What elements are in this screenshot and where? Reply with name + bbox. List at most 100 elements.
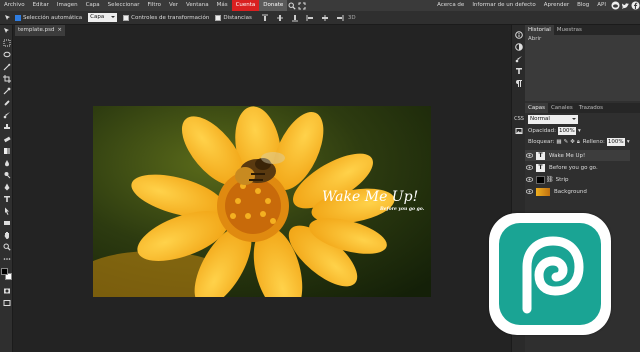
menu-ver[interactable]: Ver	[165, 0, 182, 11]
tab-historial[interactable]: Historial	[525, 25, 554, 35]
image-icon[interactable]	[512, 125, 526, 137]
menu-imagen[interactable]: Imagen	[53, 0, 82, 11]
info-icon[interactable]	[512, 29, 526, 41]
opacity-dropdown-icon[interactable]: ▾	[578, 128, 581, 134]
paragraph-icon[interactable]	[512, 77, 526, 89]
link-icon: ⛓︎	[546, 176, 554, 183]
lock-pixels-icon[interactable]: ▦	[556, 139, 561, 145]
align-top-icon[interactable]	[261, 13, 270, 22]
fill-input[interactable]: 100%	[606, 138, 625, 146]
css-icon[interactable]: CSS	[512, 113, 526, 125]
menu-capa[interactable]: Capa	[82, 0, 104, 11]
magic-wand-tool-icon[interactable]	[0, 61, 13, 73]
menu-ventana[interactable]: Ventana	[182, 0, 213, 11]
gradient-tool-icon[interactable]	[0, 145, 13, 157]
fullscreen-icon[interactable]	[297, 0, 307, 11]
eye-icon[interactable]	[525, 153, 534, 158]
link-api[interactable]: API	[593, 0, 610, 11]
link-blog[interactable]: Blog	[573, 0, 593, 11]
align-left-icon[interactable]	[306, 13, 315, 22]
lasso-tool-icon[interactable]	[0, 49, 13, 61]
brush-settings-icon[interactable]	[512, 53, 526, 65]
distances-label: Distancias	[223, 14, 252, 21]
menu-mas[interactable]: Más	[213, 0, 232, 11]
eye-icon[interactable]	[525, 177, 534, 182]
link-aprender[interactable]: Aprender	[540, 0, 573, 11]
screen-mode-icon[interactable]	[0, 297, 13, 309]
transform-controls-option[interactable]: Controles de transformación	[123, 14, 209, 21]
shape-tool-icon[interactable]	[0, 217, 13, 229]
character-icon[interactable]	[512, 65, 526, 77]
lock-paint-icon[interactable]: ✎	[564, 139, 569, 145]
layers-tabs: Capas Canales Trazados	[525, 103, 640, 113]
close-icon[interactable]: ×	[57, 25, 62, 36]
eye-icon[interactable]	[525, 189, 534, 194]
distances-checkbox[interactable]	[215, 14, 222, 21]
link-report-bug[interactable]: Informar de un defecto	[468, 0, 539, 11]
donate-button[interactable]: Donate	[259, 0, 288, 11]
menu-filtro[interactable]: Filtro	[144, 0, 165, 11]
history-item-abrir[interactable]: Abrir	[525, 35, 640, 44]
link-acerca-de[interactable]: Acerca de	[433, 0, 468, 11]
search-icon[interactable]	[287, 0, 297, 11]
auto-select-checkbox[interactable]	[15, 14, 21, 21]
hand-tool-icon[interactable]	[0, 229, 13, 241]
blur-tool-icon[interactable]	[0, 157, 13, 169]
path-select-tool-icon[interactable]	[0, 205, 13, 217]
auto-select-option[interactable]: Selección automática	[15, 14, 82, 21]
fill-dropdown-icon[interactable]: ▾	[627, 139, 630, 145]
pen-tool-icon[interactable]	[0, 181, 13, 193]
healing-tool-icon[interactable]	[0, 97, 13, 109]
more-tools-icon[interactable]	[0, 253, 13, 265]
tab-trazados[interactable]: Trazados	[576, 103, 606, 113]
color-swatches-icon[interactable]	[0, 265, 13, 285]
align-center-icon[interactable]	[321, 13, 330, 22]
opacity-input[interactable]: 100%	[557, 127, 576, 135]
dodge-tool-icon[interactable]	[0, 169, 13, 181]
brush-tool-icon[interactable]	[0, 109, 13, 121]
layer-name: Before you go go.	[549, 164, 598, 171]
eye-icon[interactable]	[525, 165, 534, 170]
align-right-icon[interactable]	[336, 13, 345, 22]
crop-tool-icon[interactable]	[0, 73, 13, 85]
photopea-logo	[489, 213, 611, 335]
tab-capas[interactable]: Capas	[525, 103, 548, 113]
auto-select-target-dropdown[interactable]: Capa	[88, 13, 118, 22]
align-middle-icon[interactable]	[276, 13, 285, 22]
transform-controls-checkbox[interactable]	[123, 14, 130, 21]
tab-muestras[interactable]: Muestras	[554, 25, 585, 35]
clone-stamp-tool-icon[interactable]	[0, 121, 13, 133]
adjustments-icon[interactable]	[512, 41, 526, 53]
layer-row-wake-me-up[interactable]: T Wake Me Up!	[525, 150, 630, 161]
marquee-tool-icon[interactable]	[0, 37, 13, 49]
layer-row-strip[interactable]: ⛓︎ Strip	[525, 174, 630, 185]
quick-mask-icon[interactable]	[0, 285, 13, 297]
twitter-icon[interactable]	[620, 0, 630, 11]
type-tool-icon[interactable]	[0, 193, 13, 205]
distances-option[interactable]: Distancias	[215, 14, 252, 21]
background-layer-thumb	[536, 187, 550, 196]
menu-archivo[interactable]: Archivo	[0, 0, 29, 11]
eyedropper-tool-icon[interactable]	[0, 85, 13, 97]
3d-mode-label[interactable]: 3D	[348, 15, 356, 21]
document-tab[interactable]: template.psd ×	[15, 25, 65, 36]
zoom-tool-icon[interactable]	[0, 241, 13, 253]
blend-mode-dropdown[interactable]: Normal	[528, 115, 578, 124]
layer-row-before-you-go[interactable]: T Before you go go.	[525, 162, 630, 173]
reddit-icon[interactable]	[610, 0, 620, 11]
move-tool-icon[interactable]	[0, 25, 13, 37]
photopea-app: { "menu": { "items": ["Archivo","Editar"…	[0, 0, 640, 352]
layer-name: Background	[554, 188, 587, 195]
align-bottom-icon[interactable]	[291, 13, 300, 22]
menu-seleccionar[interactable]: Seleccionar	[104, 0, 144, 11]
account-button[interactable]: Cuenta	[231, 0, 260, 11]
lock-all-icon[interactable]: 🔒︎	[577, 139, 580, 146]
tab-canales[interactable]: Canales	[548, 103, 576, 113]
lock-move-icon[interactable]: ✥	[570, 139, 575, 145]
eraser-tool-icon[interactable]	[0, 133, 13, 145]
menu-editar[interactable]: Editar	[29, 0, 53, 11]
menu-right: Acerca de Informar de un defecto Aprende…	[433, 0, 640, 11]
layer-row-background[interactable]: Background	[525, 186, 630, 197]
photopea-logo-mark	[522, 236, 584, 314]
facebook-icon[interactable]	[630, 0, 640, 11]
